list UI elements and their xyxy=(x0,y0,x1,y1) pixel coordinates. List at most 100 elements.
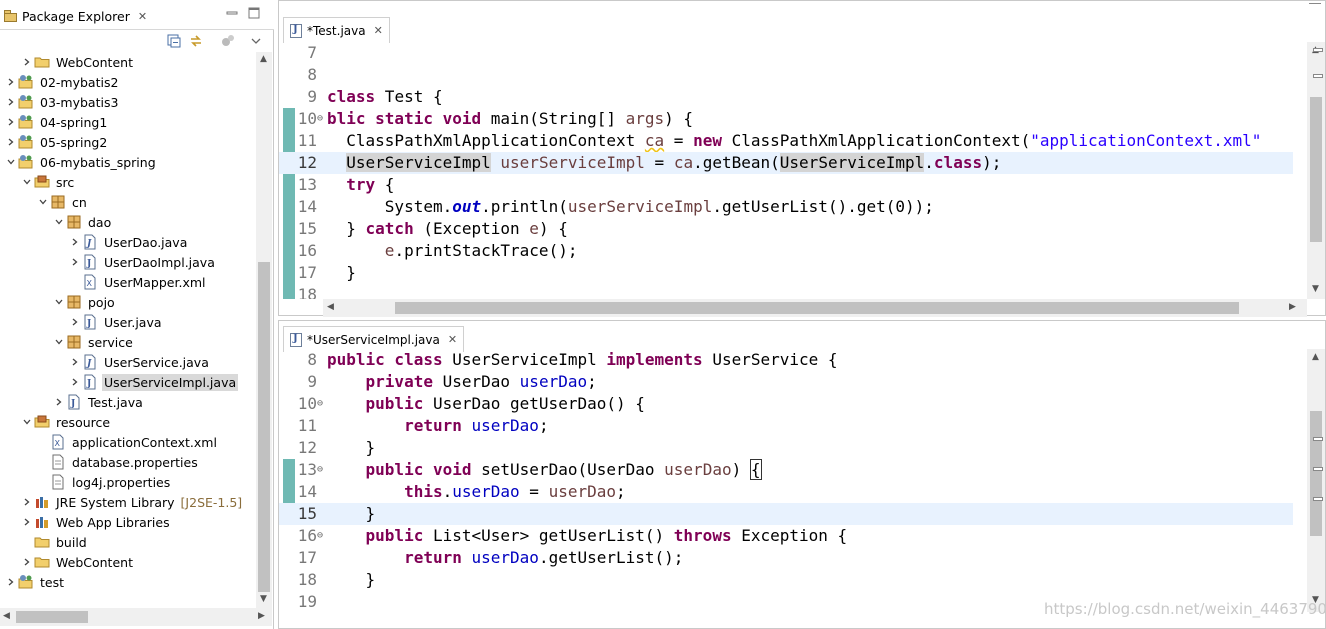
chevron-down-icon[interactable] xyxy=(52,292,66,312)
code-line[interactable]: 12 UserServiceImpl userServiceImpl = ca.… xyxy=(279,152,1293,174)
code-line[interactable]: 10 ⊖ blic static void main(String[] args) … xyxy=(279,108,1293,130)
code-line[interactable]: 17 } xyxy=(279,262,1293,284)
tree-item[interactable]: resource xyxy=(20,412,112,432)
code-line[interactable]: 15 } xyxy=(279,503,1293,525)
code-line[interactable]: 16 ⊖ public List<User> getUserList() thro… xyxy=(279,525,1293,547)
overview-marker[interactable] xyxy=(1313,48,1323,52)
collapse-all-icon[interactable] xyxy=(166,33,182,49)
chevron-right-icon[interactable] xyxy=(20,52,34,72)
tree-item[interactable]: X UserMapper.xml xyxy=(68,272,208,292)
scroll-up-icon[interactable]: ▲ xyxy=(260,54,267,64)
code-line[interactable]: 15 } catch (Exception e) { xyxy=(279,218,1293,240)
chevron-down-icon[interactable] xyxy=(52,212,66,232)
code-line[interactable]: 8 xyxy=(279,64,1293,86)
overview-marker[interactable] xyxy=(1313,437,1323,441)
tree-item[interactable]: log4j.properties xyxy=(36,472,172,492)
tree-item[interactable]: J UserService.java xyxy=(68,352,211,372)
tree-item[interactable]: 03-mybatis3 xyxy=(4,92,120,112)
chevron-down-icon[interactable] xyxy=(36,192,50,212)
code-line[interactable]: 17 return userDao.getUserList(); xyxy=(279,547,1293,569)
fold-toggle-icon[interactable]: ⊖ xyxy=(317,108,323,130)
chevron-right-icon[interactable] xyxy=(4,72,18,92)
tree-item[interactable]: J Test.java xyxy=(52,392,145,412)
chevron-right-icon[interactable] xyxy=(4,112,18,132)
code-line[interactable]: 18 } xyxy=(279,569,1293,591)
explorer-horizontal-scroll-thumb[interactable] xyxy=(16,611,88,623)
scroll-right-icon[interactable]: ▶ xyxy=(258,611,265,621)
chevron-down-icon[interactable] xyxy=(4,152,18,172)
code-line[interactable]: 14 System.out.println(userServiceImpl.ge… xyxy=(279,196,1293,218)
chevron-right-icon[interactable] xyxy=(4,572,18,592)
code-line[interactable]: 13 ⊖ public void setUserDao(UserDao userD… xyxy=(279,459,1293,481)
tree-item[interactable]: XapplicationContext.xml xyxy=(36,432,219,452)
chevron-right-icon[interactable] xyxy=(68,312,82,332)
chevron-right-icon[interactable] xyxy=(4,92,18,112)
fold-toggle-icon[interactable]: ⊖ xyxy=(317,459,323,481)
tree-item[interactable]: service xyxy=(52,332,135,352)
explorer-vertical-scrollbar[interactable]: ▲ ▼ xyxy=(256,52,272,608)
code-line[interactable]: 9 private UserDao userDao; xyxy=(279,371,1293,393)
code-line[interactable]: 7 xyxy=(279,42,1293,64)
tab-test-java[interactable]: *Test.java ✕ xyxy=(283,17,390,43)
tree-item[interactable]: WebContent xyxy=(20,52,135,72)
chevron-right-icon[interactable] xyxy=(20,552,34,572)
editor-horizontal-scroll-thumb[interactable] xyxy=(395,302,1239,314)
close-icon[interactable]: ✕ xyxy=(374,24,383,37)
code-line[interactable]: 10 ⊖ public UserDao getUserDao() { xyxy=(279,393,1293,415)
link-with-editor-icon[interactable] xyxy=(188,33,204,49)
tree-item[interactable]: J UserServiceImpl.java xyxy=(68,372,239,392)
fold-toggle-icon[interactable]: ⊖ xyxy=(317,393,323,415)
close-icon[interactable]: ✕ xyxy=(138,10,147,23)
tree-item[interactable]: cn xyxy=(36,192,89,212)
code-editor-area[interactable]: 7 8 9 class Test {10 ⊖ blic static void main(… xyxy=(279,42,1293,299)
code-line[interactable]: 8 public class UserServiceImpl implements… xyxy=(279,349,1293,371)
overview-marker[interactable] xyxy=(1313,467,1323,471)
tree-item[interactable]: 06-mybatis_spring xyxy=(4,152,158,172)
editor-vertical-scrollbar[interactable]: ▲ ▼ xyxy=(1307,42,1325,299)
chevron-down-icon[interactable] xyxy=(20,172,34,192)
code-line[interactable]: 11 ClassPathXmlApplicationContext ca = n… xyxy=(279,130,1293,152)
code-line[interactable]: 11 return userDao; xyxy=(279,415,1293,437)
code-editor-area[interactable]: 8 public class UserServiceImpl implements… xyxy=(279,349,1293,612)
chevron-down-icon[interactable] xyxy=(52,332,66,352)
tree-item[interactable]: database.properties xyxy=(36,452,200,472)
focus-icon[interactable] xyxy=(220,33,236,49)
code-line[interactable]: 16 e.printStackTrace(); xyxy=(279,240,1293,262)
editor-horizontal-scrollbar[interactable]: ◀ ▶ xyxy=(323,299,1307,317)
code-line[interactable]: 18 xyxy=(279,284,1293,299)
minimize-icon[interactable] xyxy=(225,6,239,20)
tree-item[interactable]: pojo xyxy=(52,292,117,312)
scroll-down-icon[interactable]: ▼ xyxy=(260,594,267,604)
code-line[interactable]: 13 try { xyxy=(279,174,1293,196)
explorer-vertical-scroll-thumb[interactable] xyxy=(258,262,270,592)
overview-marker[interactable] xyxy=(1313,74,1323,78)
editor-vertical-scroll-thumb[interactable] xyxy=(1310,97,1322,242)
chevron-right-icon[interactable] xyxy=(68,252,82,272)
chevron-right-icon[interactable] xyxy=(68,352,82,372)
scroll-left-icon[interactable]: ◀ xyxy=(327,302,334,312)
chevron-right-icon[interactable] xyxy=(68,372,82,392)
maximize-icon[interactable] xyxy=(247,6,261,20)
chevron-down-icon[interactable] xyxy=(20,412,34,432)
code-line[interactable]: 12 } xyxy=(279,437,1293,459)
chevron-right-icon[interactable] xyxy=(52,392,66,412)
tree-item[interactable]: J UserDao.java xyxy=(68,232,189,252)
code-line[interactable]: 14 this.userDao = userDao; xyxy=(279,481,1293,503)
tree-item[interactable]: dao xyxy=(52,212,113,232)
fold-toggle-icon[interactable]: ⊖ xyxy=(317,525,323,547)
tree-item[interactable]: build xyxy=(20,532,89,552)
tree-item[interactable]: J UserDaoImpl.java xyxy=(68,252,217,272)
chevron-right-icon[interactable] xyxy=(20,512,34,532)
editor-vertical-scroll-thumb[interactable] xyxy=(1310,411,1322,536)
tree-item[interactable]: JRE System Library [J2SE-1.5] xyxy=(20,492,242,512)
code-line[interactable]: 9 class Test { xyxy=(279,86,1293,108)
tree-item[interactable]: J User.java xyxy=(68,312,164,332)
scroll-left-icon[interactable]: ◀ xyxy=(3,611,10,621)
package-explorer-tab[interactable]: Package Explorer ✕ xyxy=(4,7,147,25)
view-menu-icon[interactable] xyxy=(248,33,264,49)
scroll-up-icon[interactable]: ▲ xyxy=(1312,352,1319,362)
tree-item[interactable]: WebContent xyxy=(20,552,135,572)
scroll-down-icon[interactable]: ▼ xyxy=(1312,284,1319,294)
editor-vertical-scrollbar[interactable]: ▲ ▼ xyxy=(1307,349,1325,612)
tree-item[interactable]: 05-spring2 xyxy=(4,132,109,152)
